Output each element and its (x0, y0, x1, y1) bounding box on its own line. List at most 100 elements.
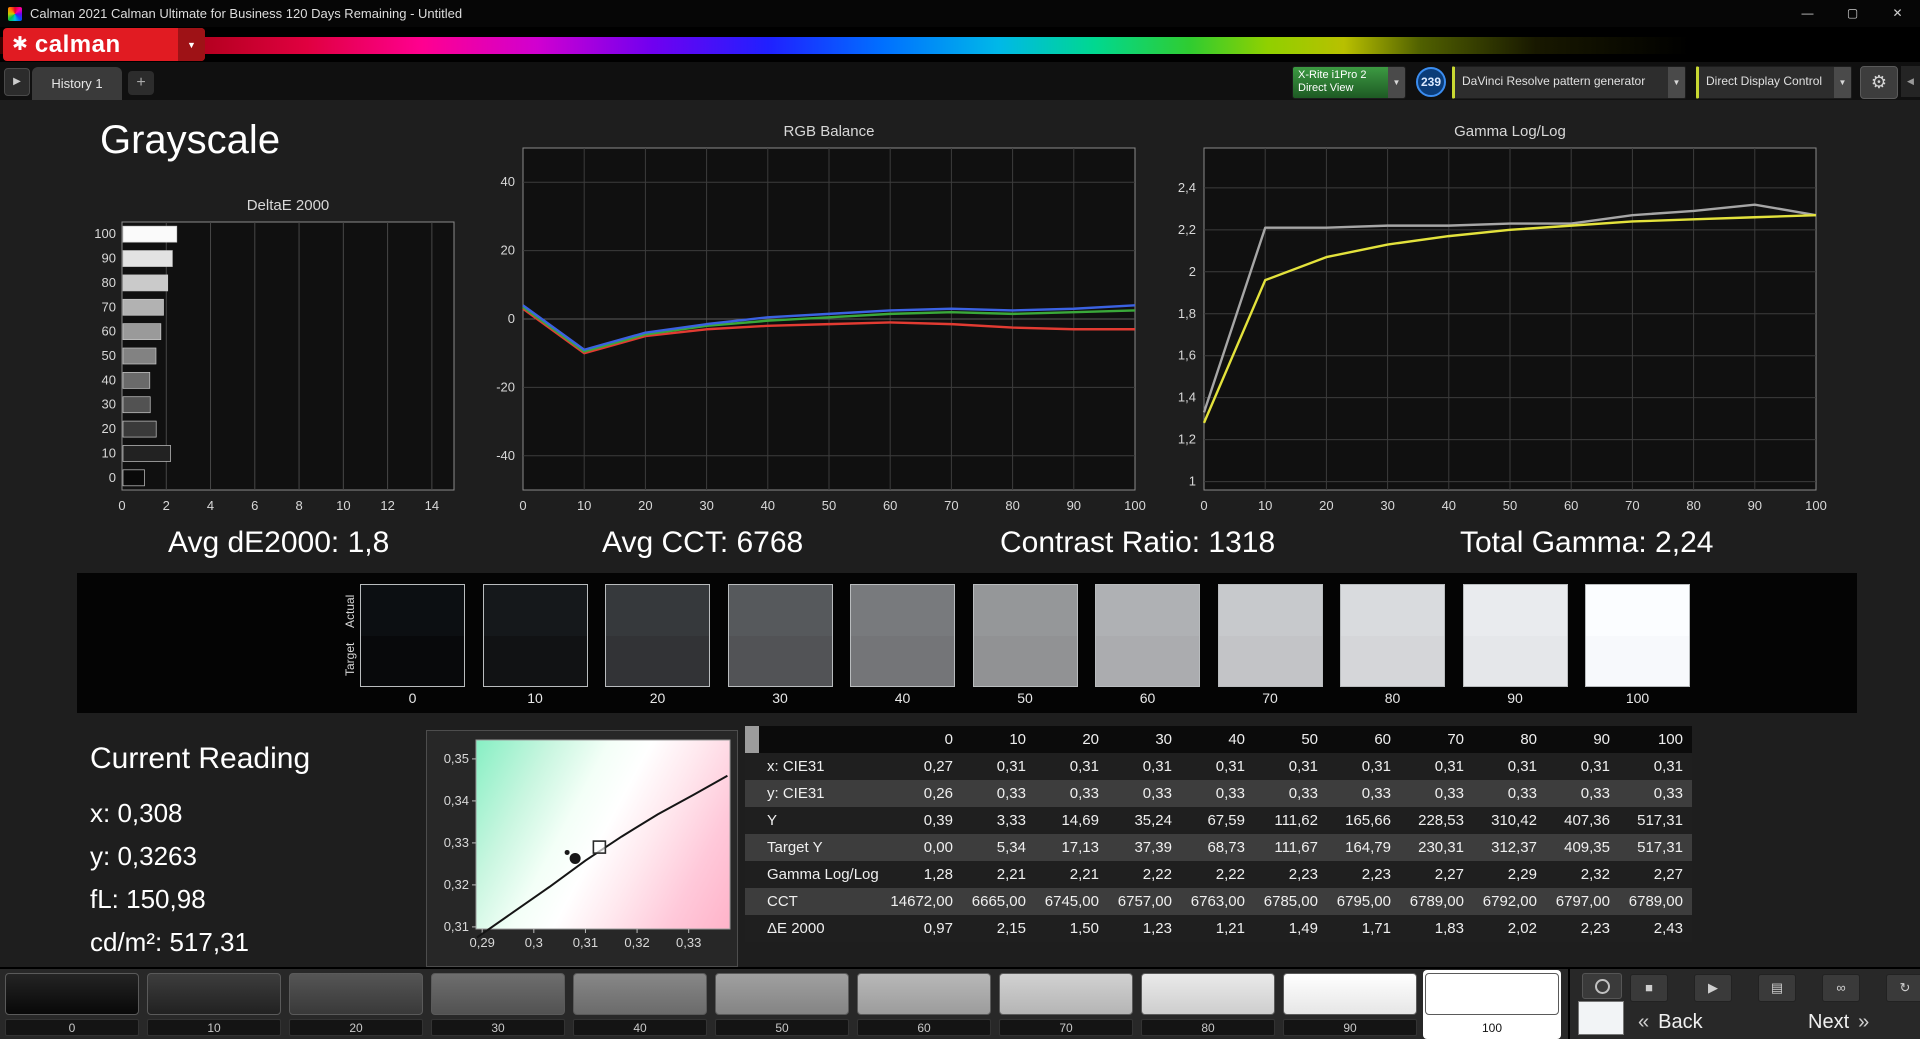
table-cell: 1,71 (1361, 920, 1391, 937)
table-header-cell: 50 (1301, 731, 1318, 748)
add-tab-button[interactable]: + (128, 71, 154, 95)
grayscale-swatch-80 (1340, 584, 1445, 687)
svg-text:2: 2 (163, 498, 170, 513)
patch-button-0[interactable] (5, 973, 139, 1015)
table-cell: 68,73 (1207, 839, 1245, 856)
pattern-preview-button[interactable] (1582, 973, 1622, 999)
back-button[interactable]: « Back (1638, 1007, 1703, 1037)
pattern-preview-swatch (1578, 1001, 1624, 1035)
table-cell: 1,28 (923, 866, 953, 883)
play-button[interactable]: ▶ (1694, 974, 1732, 1002)
patch-label: 20 (289, 1019, 423, 1036)
next-button[interactable]: Next » (1808, 1007, 1869, 1037)
settings-button[interactable]: ⚙ (1860, 66, 1898, 99)
svg-text:-40: -40 (496, 448, 515, 463)
table-cell: 6665,00 (971, 893, 1026, 910)
grayscale-swatch-strip: Actual Target 0 10 20 30 40 50 60 70 80 90 100 (77, 573, 1857, 713)
measurement-table: 0 10 20 30 40 50 60 70 80 90 100 x: CIE31 0,27 0,31 0,… (745, 726, 1692, 942)
row-selector (745, 861, 759, 888)
cie-chromaticity-chart: 0,29 0,3 0,31 0,32 0,33 0,35 0,34 0,33 0,32 0,31 (426, 730, 738, 967)
table-header-cell: 90 (1593, 731, 1610, 748)
pattern-generator-label: DaVinci Resolve pattern generator (1462, 74, 1646, 88)
swatch-level-label: 40 (894, 690, 911, 706)
swatch-target (483, 635, 587, 686)
grayscale-swatch-20 (605, 584, 710, 687)
meter-select-dropdown[interactable]: X-Rite i1Pro 2 Direct View ▼ (1292, 66, 1406, 99)
patch-button-50[interactable] (715, 973, 849, 1015)
svg-text:70: 70 (102, 299, 116, 314)
table-cell: 0,33 (1288, 785, 1318, 802)
stat-total-gamma: Total Gamma: 2,24 (1460, 526, 1714, 559)
swatch-target (1341, 635, 1444, 686)
panel-collapse-button[interactable]: ◀ (1901, 66, 1920, 97)
table-cell: 1,23 (1142, 920, 1172, 937)
patch-button-20[interactable] (289, 973, 423, 1015)
stat-contrast-ratio: Contrast Ratio: 1318 (1000, 526, 1276, 559)
table-row: y: CIE31 0,26 0,33 0,33 0,33 0,33 0,33 0,33 0,33… (745, 780, 1692, 807)
table-cell: 67,59 (1207, 812, 1245, 829)
display-control-label: Direct Display Control (1706, 74, 1823, 88)
reading-cdm2: cd/m²: 517,31 (90, 927, 249, 957)
calman-logo-button[interactable]: ✱ calman ▼ (3, 28, 205, 61)
patch-label: 40 (573, 1019, 707, 1036)
swatch-target (851, 635, 954, 686)
svg-text:0,32: 0,32 (444, 877, 469, 892)
svg-text:70: 70 (944, 498, 958, 513)
swatch-actual (728, 585, 832, 636)
svg-text:30: 30 (102, 397, 116, 412)
patch-button-100[interactable] (1425, 973, 1559, 1015)
patch-button-30[interactable] (431, 973, 565, 1015)
svg-text:14: 14 (425, 498, 439, 513)
pattern-generator-dropdown[interactable]: DaVinci Resolve pattern generator ▼ (1452, 66, 1686, 99)
row-selector (745, 834, 759, 861)
rainbow-strip (0, 37, 1920, 54)
swatch-actual (851, 585, 954, 636)
patch-cell-80: 80 (1139, 970, 1277, 1039)
table-cell: 0,31 (1142, 758, 1172, 775)
grayscale-swatch-30 (727, 584, 833, 687)
patch-button-40[interactable] (573, 973, 707, 1015)
svg-text:100: 100 (94, 226, 116, 241)
grayscale-swatch-50 (972, 584, 1078, 687)
patch-button-10[interactable] (147, 973, 281, 1015)
table-row: Gamma Log/Log 1,28 2,21 2,21 2,22 2,22 2,23 2,2… (745, 861, 1692, 888)
display-control-dropdown[interactable]: Direct Display Control ▼ (1696, 66, 1852, 99)
table-cell: 2,23 (1288, 866, 1318, 883)
grayscale-swatch-100 (1585, 584, 1690, 687)
chevron-down-icon: ▼ (1388, 67, 1405, 98)
patch-label: 90 (1283, 1019, 1417, 1036)
patch-button-80[interactable] (1141, 973, 1275, 1015)
patch-button-70[interactable] (999, 973, 1133, 1015)
swatch-target (728, 635, 832, 686)
table-cell: 111,67 (1274, 839, 1318, 856)
patch-label: 30 (431, 1019, 565, 1036)
tab-history-1[interactable]: History 1 (32, 67, 122, 100)
deltae-chart: DeltaE 2000 0 2 4 6 8 10 12 14 100 90 80 70 60 50 40 30 2… (60, 196, 470, 526)
stop-button[interactable]: ■ (1630, 974, 1668, 1002)
patch-button-90[interactable] (1283, 973, 1417, 1015)
link-button[interactable]: ∞ (1822, 974, 1860, 1002)
table-row: Y 0,39 3,33 14,69 35,24 67,59 111,62 165,66 228,… (745, 807, 1692, 834)
svg-text:0,31: 0,31 (573, 935, 598, 950)
table-cell: 0,33 (1215, 785, 1245, 802)
history-expander-button[interactable]: ▶ (4, 68, 30, 96)
page-title: Grayscale (100, 118, 281, 162)
table-cell: 312,37 (1491, 839, 1537, 856)
refresh-button[interactable]: ↻ (1886, 974, 1920, 1002)
table-cell: 0,97 (923, 920, 953, 937)
close-button[interactable]: ✕ (1875, 0, 1920, 27)
minimize-button[interactable]: — (1785, 0, 1830, 27)
meter-text: X-Rite i1Pro 2 Direct View (1293, 67, 1388, 98)
patch-button-60[interactable] (857, 973, 991, 1015)
app-icon (8, 6, 22, 21)
table-cell: 2,23 (1361, 866, 1391, 883)
window-button[interactable]: ▤ (1758, 974, 1796, 1002)
patch-label: 50 (715, 1019, 849, 1036)
maximize-button[interactable]: ▢ (1830, 0, 1875, 27)
table-cell: 17,13 (1061, 839, 1099, 856)
swatch-target (1586, 635, 1689, 686)
swatch-level-label: 50 (1017, 690, 1033, 706)
svg-text:60: 60 (102, 324, 116, 339)
table-cell: 0,33 (1069, 785, 1099, 802)
table-cell: 2,21 (1069, 866, 1099, 883)
